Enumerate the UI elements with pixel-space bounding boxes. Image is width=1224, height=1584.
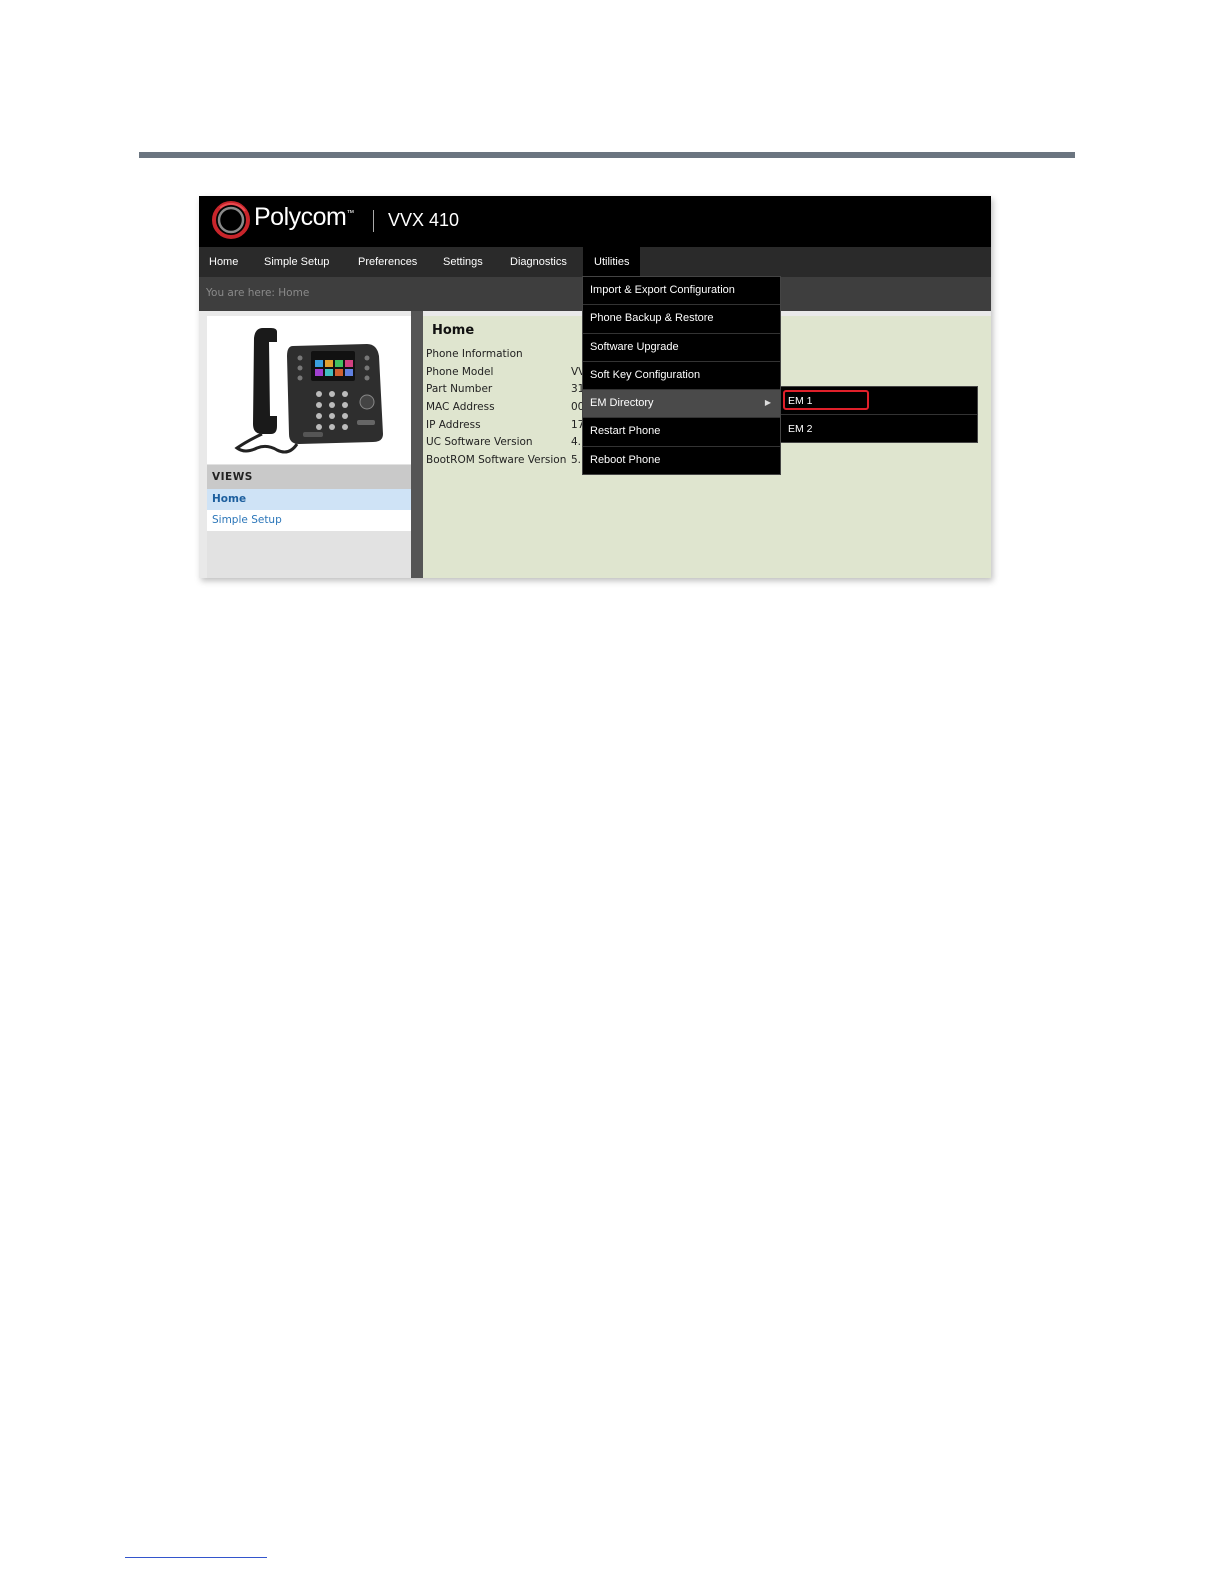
footer-link-underline[interactable] (125, 1557, 267, 1558)
page-title: Home (432, 323, 475, 338)
menu-phone-backup-restore[interactable]: Phone Backup & Restore (583, 305, 780, 334)
info-label-uc-software: UC Software Version (426, 436, 533, 448)
info-value-bootrom: 5. (571, 454, 582, 466)
section-label: Phone Information (426, 348, 523, 360)
info-label-phone-model: Phone Model (426, 366, 494, 378)
phone-image (207, 316, 411, 464)
info-label-ip-address: IP Address (426, 419, 481, 431)
em-directory-submenu: EM 1 EM 2 (780, 386, 978, 443)
views-title: VIEWS (212, 471, 253, 483)
nav-settings[interactable]: Settings (443, 247, 483, 277)
nav-preferences[interactable]: Preferences (358, 247, 417, 277)
nav-diagnostics[interactable]: Diagnostics (510, 247, 567, 277)
submenu-em-2[interactable]: EM 2 (781, 415, 977, 442)
submenu-arrow-icon: ▶ (764, 398, 771, 408)
submenu-em-1[interactable]: EM 1 (781, 387, 977, 415)
info-label-part-number: Part Number (426, 383, 493, 395)
menu-soft-key-configuration[interactable]: Soft Key Configuration (583, 362, 780, 391)
menu-software-upgrade[interactable]: Software Upgrade (583, 334, 780, 362)
menu-em-directory[interactable]: EM Directory ▶ (583, 390, 780, 419)
menu-restart-phone[interactable]: Restart Phone (583, 418, 780, 447)
web-ui-screenshot: Polycom™ VVX 410 Home Simple Setup Prefe… (199, 196, 991, 578)
page-top-rule (139, 152, 1075, 158)
main-nav: Home Simple Setup Preferences Settings D… (199, 247, 991, 277)
info-value-uc-software: 4. (571, 436, 582, 448)
info-label-bootrom: BootROM Software Version (426, 454, 567, 466)
menu-import-export-configuration[interactable]: Import & Export Configuration (583, 277, 780, 306)
view-simple-setup-label: Simple Setup (212, 514, 282, 526)
view-home[interactable]: Home (207, 489, 411, 510)
panel-divider (411, 311, 423, 578)
left-panel: VIEWS Home Simple Setup (207, 316, 411, 578)
phone-model-title: VVX 410 (388, 210, 460, 230)
nav-simple-setup[interactable]: Simple Setup (264, 247, 329, 277)
polycom-logo-icon (212, 201, 250, 239)
views-header: VIEWS (207, 465, 411, 489)
menu-reboot-phone[interactable]: Reboot Phone (583, 447, 780, 474)
nav-utilities[interactable]: Utilities (583, 247, 641, 277)
brand-name: Polycom™ (254, 203, 354, 231)
breadcrumb: You are here: Home (206, 287, 310, 299)
nav-home[interactable]: Home (209, 247, 238, 277)
app-header: Polycom™ VVX 410 (199, 196, 991, 247)
view-home-label: Home (212, 493, 247, 505)
utilities-dropdown-menu: Import & Export Configuration Phone Back… (582, 276, 781, 476)
info-label-mac-address: MAC Address (426, 401, 495, 413)
view-simple-setup[interactable]: Simple Setup (207, 510, 411, 531)
desk-phone-icon (234, 328, 383, 454)
header-separator (373, 210, 374, 232)
